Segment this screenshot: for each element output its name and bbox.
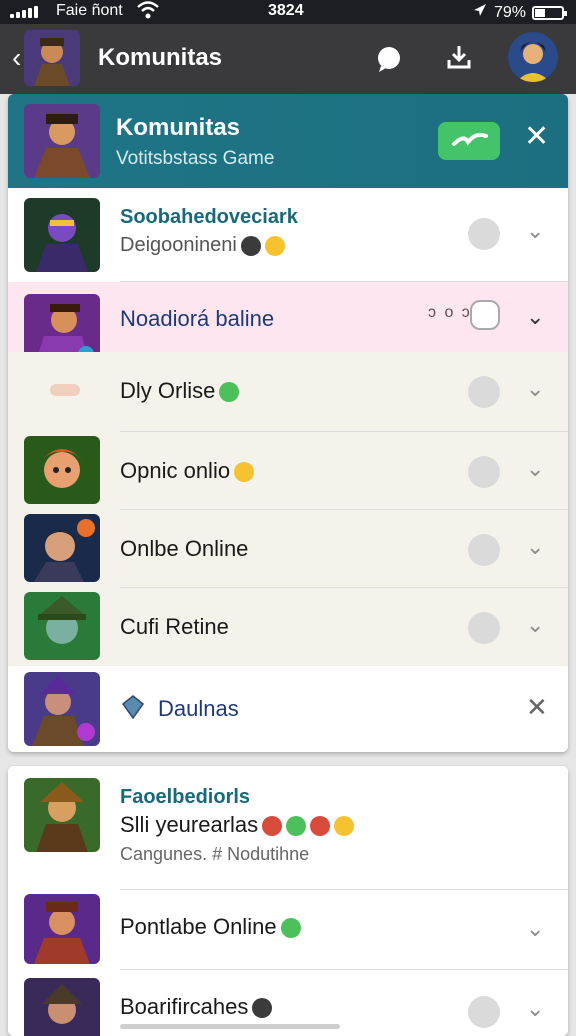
chevron-down-icon[interactable]: ⌄ [526,304,544,330]
member-thumbnail [24,592,100,660]
emoji-icon [262,816,283,837]
download-icon[interactable] [444,42,474,72]
close-icon[interactable]: ✕ [524,122,549,152]
emoji-icon [286,816,307,837]
status-bar: Faie ñont 3824 79% [0,0,576,24]
chat-icon[interactable] [374,44,404,74]
member-name: Faoelbediorls [120,786,251,808]
join-button[interactable] [438,122,500,160]
options-icon[interactable] [468,456,500,488]
member-thumbnail [24,778,100,852]
emoji-icon [310,816,331,837]
list-item[interactable]: Onlbe Online ⌄ [8,510,568,588]
chevron-down-icon[interactable]: ⌄ [526,534,544,560]
emoji-icon [240,235,261,256]
location-icon [472,2,488,23]
banner-title: Komunitas [116,114,241,141]
wifi-icon [137,0,159,25]
member-thumbnail [24,672,100,746]
progress-bar [120,1024,340,1029]
emoji-icon [252,998,273,1019]
member-name: Opnic onlio [120,458,255,484]
message-meta: Cangunes. # Nodutihne [120,844,310,864]
typing-indicator: ɔ o ɔ [428,304,472,321]
carrier-name: Faie ñont [56,2,123,19]
options-icon[interactable] [468,996,500,1028]
user-avatar[interactable] [508,32,558,82]
battery-icon [532,5,567,20]
emoji-icon [219,382,240,403]
community-banner[interactable]: Komunitas Votitsbstass Game ✕ [8,94,568,188]
app-header: ‹ Komunitas [0,24,576,94]
member-thumbnail [24,436,100,504]
list-item[interactable]: Boarifircahes ⌄ [8,970,568,1036]
message-bubble-icon[interactable] [470,300,500,330]
member-name: Pontlabe Online [120,914,301,940]
page-title: Komunitas [98,44,223,71]
close-icon[interactable]: ✕ [526,692,548,723]
chevron-down-icon[interactable]: ⌄ [526,218,544,244]
member-name: Daulnas [158,696,239,721]
community-thumbnail [24,30,80,86]
options-icon[interactable] [468,612,500,644]
chevron-down-icon[interactable]: ⌄ [526,916,544,942]
list-item[interactable]: Opnic onlio ⌄ [8,432,568,510]
list-item[interactable]: Dly Orlise ⌄ [8,352,568,432]
smile-emoji-icon [334,816,355,837]
chevron-down-icon[interactable]: ⌄ [526,376,544,402]
chevron-down-icon[interactable]: ⌄ [526,996,544,1022]
banner-thumbnail [24,104,100,178]
list-item[interactable]: Faoelbediorls Slli yeurearlas Cangunes. … [8,766,568,890]
member-status: Deigoonineni [120,234,285,257]
options-icon[interactable] [468,218,500,250]
status-time: 3824 [268,2,304,19]
community-card: Komunitas Votitsbstass Game ✕ Soobahedov… [8,94,568,752]
member-name: Onlbe Online [120,536,249,561]
member-thumbnail [24,978,100,1036]
list-item-highlighted[interactable]: Noadiorá baline ɔ o ɔ ⌄ [8,282,568,368]
options-icon[interactable] [468,376,500,408]
member-thumbnail [24,198,100,272]
member-name: Soobahedoveciark [120,206,298,228]
member-thumbnail [24,894,100,964]
options-icon[interactable] [468,534,500,566]
chevron-down-icon[interactable]: ⌄ [526,456,544,482]
battery-percent: 79% [493,3,526,21]
member-name: Cufi Retine [120,614,229,639]
smile-emoji-icon [264,235,285,256]
list-item[interactable]: Pontlabe Online ⌄ [8,890,568,970]
member-name: Dly Orlise [120,378,240,404]
list-item[interactable]: Cufi Retine ⌄ [8,588,568,666]
check-icon [452,132,488,146]
placeholder-thumbnail [50,384,80,396]
banner-subtitle: Votitsbstass Game [116,148,275,169]
back-icon[interactable]: ‹ [12,44,21,72]
chat-emoji-icon [280,918,301,939]
list-item[interactable]: Soobahedoveciark Deigoonineni ⌄ [8,188,568,282]
message-preview: Slli yeurearlas [120,812,355,838]
gem-icon [120,694,146,720]
list-item[interactable]: Daulnas ✕ [8,666,568,752]
member-name: Noadiorá baline [120,306,275,331]
signal-icon [10,6,38,18]
member-name: Boarifircahes [120,994,273,1020]
chevron-down-icon[interactable]: ⌄ [526,612,544,638]
activity-card: Faoelbediorls Slli yeurearlas Cangunes. … [8,766,568,1036]
emoji-icon [234,462,255,483]
member-thumbnail [24,514,100,582]
